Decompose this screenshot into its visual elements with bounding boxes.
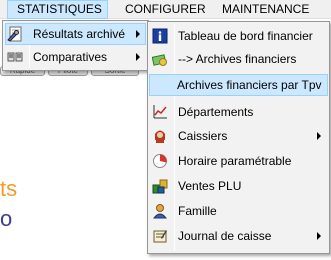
- menu-item-tableau-de-bord[interactable]: Tableau de bord financier: [150, 25, 327, 47]
- wrench-page-icon: [7, 26, 23, 42]
- menu-item-ventes-plu[interactable]: Ventes PLU: [150, 175, 327, 197]
- menu-item-resultats-archive[interactable]: Résultats archivé: [5, 23, 146, 45]
- menu-item-departements[interactable]: Départements: [150, 101, 327, 123]
- menu-statistiques[interactable]: STATISTIQUES: [7, 0, 108, 19]
- background-text-blue: o: [0, 206, 13, 231]
- menu-item-label: Tableau de bord financier: [178, 29, 313, 43]
- menu-item-label: Ventes PLU: [178, 179, 242, 193]
- submenu-arrow-icon: [317, 132, 321, 140]
- menu-item-label: Résultats archivé: [33, 27, 126, 41]
- statistiques-dropdown: Résultats archivé Comparatives: [2, 20, 149, 71]
- submenu-arrow-icon: [136, 53, 140, 61]
- menu-item-label: --> Archives financiers: [178, 52, 297, 66]
- resultats-archive-submenu: Tableau de bord financier --> Archives f…: [147, 21, 330, 254]
- menu-item-archives-financiers[interactable]: --> Archives financiers: [150, 48, 327, 70]
- menu-item-label: Caissiers: [178, 129, 228, 143]
- journal-icon: [152, 228, 168, 244]
- background-text-orange: ts: [0, 176, 18, 201]
- submenu-arrow-icon: [317, 232, 321, 240]
- menu-item-caissiers[interactable]: Caissiers: [150, 125, 327, 147]
- menu-maintenance[interactable]: MAINTENANCE: [213, 0, 318, 19]
- submenu-arrow-icon: [136, 30, 140, 38]
- menu-item-comparatives[interactable]: Comparatives: [5, 46, 146, 68]
- menu-item-horaire-parametrable[interactable]: Horaire paramétrable: [150, 150, 327, 172]
- menu-configurer[interactable]: CONFIGURER: [116, 0, 215, 19]
- menu-item-famille[interactable]: Famille: [150, 200, 327, 222]
- menu-item-label: Départements: [178, 105, 254, 119]
- menu-item-archives-par-tpv[interactable]: Archives financiers par Tpv: [149, 74, 328, 96]
- menu-item-label: Archives financiers par Tpv: [177, 78, 322, 92]
- comparison-icon: [7, 49, 23, 65]
- clock-pie-icon: [152, 153, 168, 169]
- menu-item-label: Horaire paramétrable: [178, 154, 292, 168]
- menu-item-label: Famille: [178, 204, 217, 218]
- menu-bar: STATISTIQUES CONFIGURER MAINTENANCE: [0, 0, 331, 19]
- info-icon: [152, 28, 168, 44]
- line-chart-icon: [152, 104, 168, 120]
- products-icon: [152, 178, 168, 194]
- menu-item-journal-de-caisse[interactable]: Journal de caisse: [150, 225, 327, 247]
- menu-item-label: Journal de caisse: [178, 229, 272, 243]
- person-icon: [152, 203, 168, 219]
- money-icon: [151, 51, 168, 67]
- menu-item-label: Comparatives: [33, 50, 108, 64]
- cashier-icon: [152, 128, 168, 144]
